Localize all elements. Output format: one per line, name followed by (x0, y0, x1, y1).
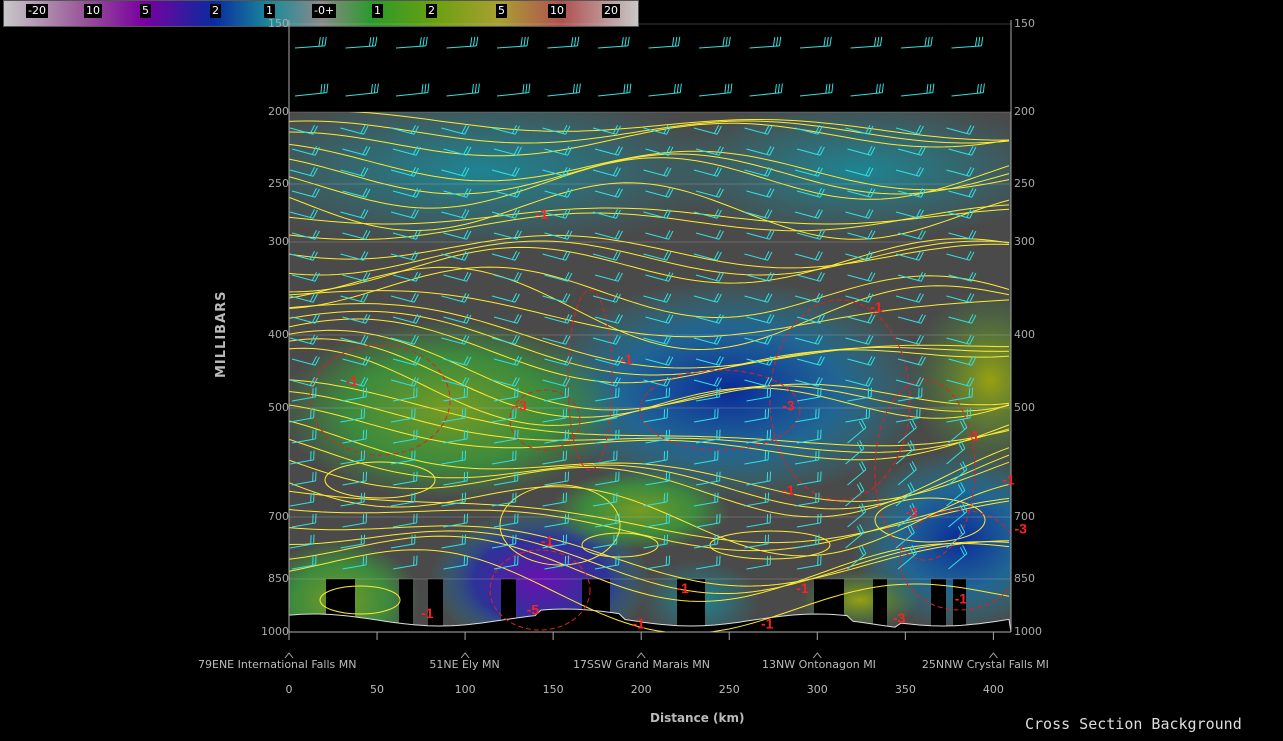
contour-label: -3 (514, 398, 527, 414)
wind-barb (850, 36, 883, 49)
y-tick-label-left: 300 (268, 235, 289, 248)
contour-label: -1 (536, 206, 549, 222)
y-tick-label-right: 400 (1014, 328, 1035, 341)
x-tick-label: 0 (285, 683, 293, 696)
wind-barb (900, 36, 933, 49)
contour-label: -5 (527, 601, 540, 617)
wind-barb (951, 36, 984, 49)
wind-barb (294, 36, 327, 49)
y-tick-label-right: 500 (1014, 401, 1035, 414)
contour-label: -1 (955, 591, 968, 607)
x-tick-label: 100 (454, 683, 476, 696)
wind-barb (597, 36, 630, 49)
contour-label: -3 (905, 504, 918, 520)
contour-label: -1 (421, 605, 434, 621)
y-tick-label-left: 700 (268, 510, 289, 523)
y-tick-label-left: 250 (268, 177, 289, 190)
x-axis-title: Distance (km) (650, 711, 745, 725)
contour-label: -1 (541, 533, 554, 549)
contour-label: -1 (870, 299, 883, 315)
contour-label: -1 (676, 580, 689, 596)
wind-barb (547, 83, 581, 97)
wind-barb (698, 83, 733, 97)
wind-barb (698, 36, 731, 49)
y-tick-label-right: 150 (1014, 17, 1035, 30)
contour-label: -1 (632, 615, 645, 631)
contour-label: -1 (345, 373, 358, 389)
wind-barb (951, 83, 985, 97)
y-tick-label-right: 1000 (1014, 625, 1042, 638)
y-tick-label-right: 200 (1014, 105, 1035, 118)
wind-barb (648, 36, 681, 49)
y-tick-label-left: 850 (268, 572, 289, 585)
y-tick-label-left: 400 (268, 328, 289, 341)
terrain-block (931, 579, 946, 632)
wind-barb (446, 83, 480, 97)
contour-label: -1 (796, 580, 809, 596)
station-label: 17SSW Grand Marais MN (572, 658, 711, 671)
wind-barb (496, 83, 531, 97)
x-tick-label: 150 (542, 683, 564, 696)
y-tick-label-right: 250 (1014, 177, 1035, 190)
wind-barb (496, 36, 529, 49)
background-title: Cross Section Background (1025, 715, 1242, 733)
wind-barb (799, 36, 832, 49)
contour-label: -1 (620, 351, 633, 367)
x-tick-label: 350 (894, 683, 916, 696)
x-tick-label: 400 (982, 683, 1004, 696)
contour-label: -1 (782, 482, 795, 498)
y-tick-label-right: 300 (1014, 235, 1035, 248)
y-axis-title: MILLIBARS (214, 290, 229, 378)
cross-section-plot: -1-1-3-1-1-3-1-1-1-3-3-1-1 -1-1-5-1-1 -1 -3 (284, 20, 1027, 659)
wind-barb (850, 83, 884, 97)
y-tick-label-left: 500 (268, 401, 289, 414)
station-label: 51NE Ely MN (429, 658, 500, 671)
x-tick-label: 50 (370, 683, 385, 696)
y-tick-label-right: 850 (1014, 572, 1035, 585)
wind-barb (900, 83, 935, 97)
x-tick-label: 250 (718, 683, 740, 696)
station-label: 79ENE International Falls MN (198, 658, 357, 671)
wind-barb (799, 83, 834, 97)
contour-label: -1 (761, 615, 774, 631)
wind-barb (294, 83, 329, 97)
y-tick-label-left: 150 (268, 17, 289, 30)
station-label: 25NNW Crystal Falls MI (921, 658, 1049, 671)
wind-barb (547, 36, 580, 49)
contour-label: -1 (1002, 471, 1015, 487)
contour-label: -1 (967, 428, 980, 444)
wind-barb (345, 36, 378, 49)
wind-barb (395, 83, 430, 97)
wind-barb (345, 83, 379, 97)
wind-barb (597, 83, 632, 97)
wind-barb (648, 83, 682, 97)
station-label: 13NW Ontonagon MI (762, 658, 876, 671)
contour-label: -3 (893, 610, 906, 626)
wind-barb (395, 36, 428, 49)
y-tick-label-left: 1000 (261, 625, 289, 638)
wind-barb (749, 36, 782, 49)
contour-label: -3 (782, 398, 795, 414)
x-tick-label: 200 (630, 683, 652, 696)
x-tick-label: 300 (806, 683, 828, 696)
y-tick-label-right: 700 (1014, 510, 1035, 523)
wind-barb (749, 83, 783, 97)
wind-barb (446, 36, 479, 49)
y-tick-label-left: 200 (268, 105, 289, 118)
